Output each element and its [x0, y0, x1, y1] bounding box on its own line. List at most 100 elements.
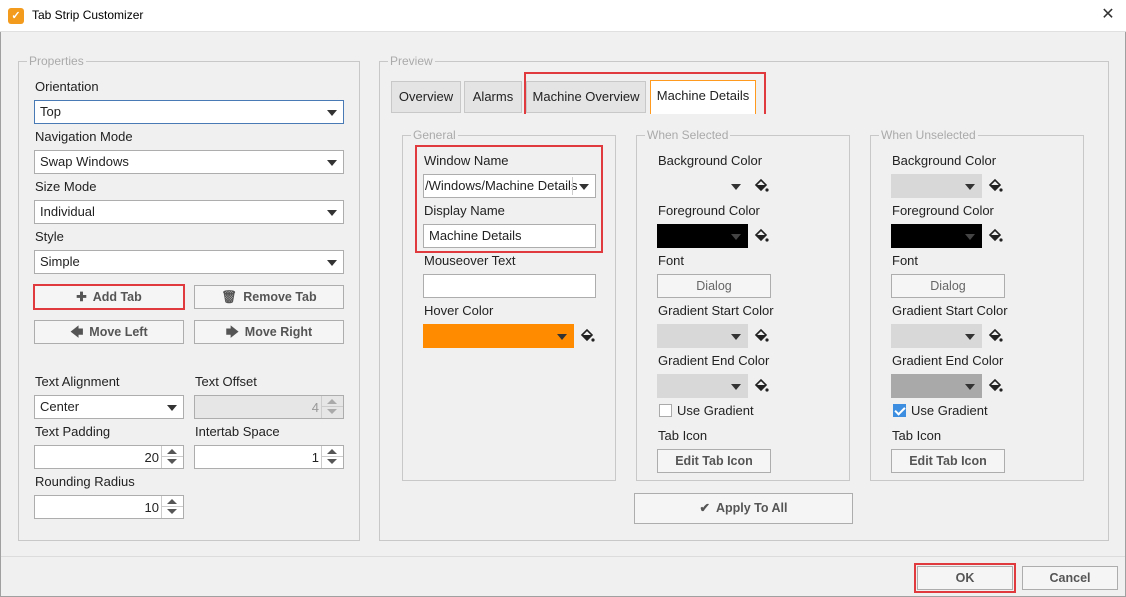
style-value: Simple — [40, 254, 80, 269]
intertab-space-value: 1 — [311, 450, 319, 465]
paint-bucket-icon[interactable] — [987, 228, 1003, 244]
selected-tab-icon-label: Tab Icon — [658, 428, 708, 443]
unselected-use-gradient-label[interactable]: Use Gradient — [911, 403, 988, 418]
spinner-buttons[interactable] — [161, 446, 183, 468]
paint-bucket-icon[interactable] — [753, 228, 769, 244]
selected-gradient-end-swatch[interactable] — [657, 374, 748, 398]
arrow-left-icon: 🡄 — [70, 325, 84, 339]
selected-use-gradient-checkbox[interactable] — [659, 404, 672, 417]
chevron-down-icon — [327, 110, 337, 116]
spinner-up-icon[interactable] — [327, 449, 337, 454]
chevron-down-icon — [965, 234, 975, 240]
text-alignment-select[interactable]: Center — [34, 395, 184, 419]
title-bar: ✓ Tab Strip Customizer ✕ — [0, 0, 1126, 32]
rounding-radius-spinner[interactable]: 10 — [34, 495, 184, 519]
chevron-down-icon — [327, 160, 337, 166]
orientation-select[interactable]: Top — [34, 100, 344, 124]
trash-icon: 🗑 — [221, 290, 238, 304]
chevron-down-icon — [965, 334, 975, 340]
remove-tab-button[interactable]: 🗑 Remove Tab — [194, 285, 344, 309]
paint-bucket-icon[interactable] — [753, 178, 769, 194]
move-right-label: Move Right — [244, 325, 313, 339]
unselected-gradient-start-label: Gradient Start Color — [892, 303, 1008, 318]
move-left-button[interactable]: 🡄 Move Left — [34, 320, 184, 344]
spinner-up-icon[interactable] — [327, 399, 337, 404]
chevron-down-icon — [731, 334, 741, 340]
move-left-label: Move Left — [89, 325, 148, 339]
style-select[interactable]: Simple — [34, 250, 344, 274]
mouseover-text-label: Mouseover Text — [424, 253, 516, 268]
chevron-down-icon — [731, 184, 741, 190]
text-padding-value: 20 — [144, 450, 159, 465]
navigation-mode-label: Navigation Mode — [35, 129, 133, 144]
unselected-gradient-end-swatch[interactable] — [891, 374, 982, 398]
properties-legend: Properties — [27, 54, 86, 68]
tab-alarms[interactable]: Alarms — [464, 81, 522, 113]
selected-gradient-start-swatch[interactable] — [657, 324, 748, 348]
unselected-background-color-swatch[interactable] — [891, 174, 982, 198]
chevron-down-icon — [579, 184, 589, 190]
paint-bucket-icon[interactable] — [987, 328, 1003, 344]
spinner-up-icon[interactable] — [167, 499, 177, 504]
unselected-font-button[interactable]: Dialog — [891, 274, 1005, 298]
size-mode-value: Individual — [40, 204, 95, 219]
text-alignment-value: Center — [40, 399, 80, 414]
chevron-down-icon — [731, 234, 741, 240]
paint-bucket-icon[interactable] — [753, 378, 769, 394]
paint-bucket-icon[interactable] — [987, 378, 1003, 394]
general-legend: General — [411, 128, 458, 142]
tab-label: Overview — [398, 89, 454, 104]
spinner-down-icon[interactable] — [327, 409, 337, 414]
chevron-down-icon — [965, 384, 975, 390]
spinner-up-icon[interactable] — [167, 449, 177, 454]
tab-label: Alarms — [472, 89, 514, 104]
selected-foreground-color-label: Foreground Color — [658, 203, 760, 218]
unselected-edit-tab-icon-button[interactable]: Edit Tab Icon — [891, 449, 1005, 473]
paint-bucket-icon[interactable] — [753, 328, 769, 344]
selected-background-color-swatch[interactable] — [657, 174, 748, 198]
intertab-space-spinner[interactable]: 1 — [194, 445, 344, 469]
spinner-buttons[interactable] — [321, 396, 343, 418]
chevron-down-icon — [327, 210, 337, 216]
unselected-foreground-color-swatch[interactable] — [891, 224, 982, 248]
selected-edit-tab-icon-button[interactable]: Edit Tab Icon — [657, 449, 771, 473]
selected-font-button[interactable]: Dialog — [657, 274, 771, 298]
close-icon[interactable]: ✕ — [1098, 5, 1118, 25]
tab-machine-overview[interactable]: Machine Overview — [526, 81, 646, 113]
spinner-down-icon[interactable] — [327, 459, 337, 464]
selected-background-color-label: Background Color — [658, 153, 763, 168]
ok-button[interactable]: OK — [917, 566, 1013, 590]
paint-bucket-icon[interactable] — [987, 178, 1003, 194]
unselected-gradient-start-swatch[interactable] — [891, 324, 982, 348]
rounding-radius-label: Rounding Radius — [35, 474, 135, 489]
tab-machine-details[interactable]: Machine Details — [650, 80, 756, 114]
mouseover-text-input[interactable] — [423, 274, 596, 298]
style-label: Style — [35, 229, 64, 244]
hover-color-swatch[interactable] — [423, 324, 574, 348]
chevron-down-icon — [327, 260, 337, 266]
move-right-button[interactable]: 🡆 Move Right — [194, 320, 344, 344]
add-tab-label: Add Tab — [92, 290, 142, 304]
tab-overview[interactable]: Overview — [391, 81, 461, 113]
paint-bucket-icon[interactable] — [579, 328, 595, 344]
apply-to-all-button[interactable]: ✔ Apply To All — [634, 493, 853, 524]
display-name-input[interactable]: Machine Details — [423, 224, 596, 248]
spinner-buttons[interactable] — [321, 446, 343, 468]
window-name-select[interactable]: /Windows/Machine Details — [423, 174, 596, 198]
selected-foreground-color-swatch[interactable] — [657, 224, 748, 248]
navigation-mode-select[interactable]: Swap Windows — [34, 150, 344, 174]
spinner-buttons[interactable] — [161, 496, 183, 518]
tab-label: Machine Overview — [532, 89, 640, 104]
unselected-use-gradient-checkbox[interactable] — [893, 404, 906, 417]
add-tab-button[interactable]: ✚ Add Tab — [34, 285, 184, 309]
text-offset-label: Text Offset — [195, 374, 257, 389]
text-offset-spinner[interactable]: 4 — [194, 395, 344, 419]
spinner-down-icon[interactable] — [167, 459, 177, 464]
size-mode-select[interactable]: Individual — [34, 200, 344, 224]
selected-use-gradient-label[interactable]: Use Gradient — [677, 403, 754, 418]
text-padding-spinner[interactable]: 20 — [34, 445, 184, 469]
cancel-button[interactable]: Cancel — [1022, 566, 1118, 590]
spinner-down-icon[interactable] — [167, 509, 177, 514]
selected-gradient-end-label: Gradient End Color — [658, 353, 770, 368]
unselected-font-label: Font — [892, 253, 919, 268]
